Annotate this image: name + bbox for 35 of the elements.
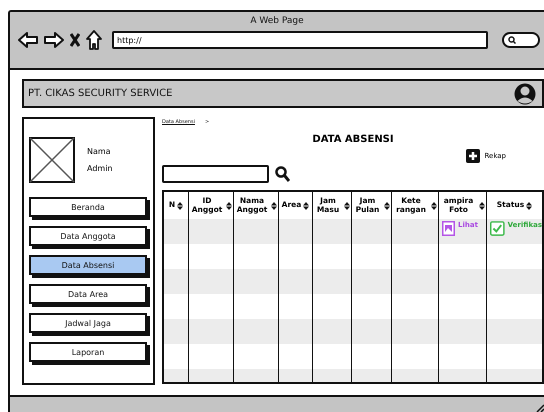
sort-icon[interactable] [177, 202, 184, 210]
page-title: DATA ABSENSI [312, 134, 394, 145]
search-icon[interactable] [275, 166, 290, 182]
plus-icon [466, 149, 480, 163]
sort-icon[interactable] [344, 202, 350, 210]
sort-icon[interactable] [479, 202, 485, 210]
sort-icon[interactable] [526, 202, 532, 210]
sidebar-item[interactable]: Data Anggota [29, 226, 147, 246]
company-name: PT. CIKAS SECURITY SERVICE [28, 88, 172, 99]
sidebar-item[interactable]: Jadwal Jaga [29, 313, 147, 333]
address-field[interactable]: http:// [112, 31, 488, 49]
close-icon[interactable] [70, 33, 80, 47]
search-icon [508, 36, 516, 44]
sidebar-item[interactable]: Laporan [29, 342, 147, 362]
sort-icon[interactable] [271, 202, 277, 210]
profile-role: Admin [87, 164, 112, 173]
checkbox-checked-icon[interactable] [490, 221, 505, 236]
sidebar-item[interactable]: Data Area [29, 284, 147, 304]
resize-grip-icon[interactable] [534, 402, 544, 412]
home-icon[interactable] [86, 30, 102, 50]
photo-placeholder [29, 137, 75, 183]
forward-icon[interactable] [44, 32, 64, 48]
sort-icon[interactable] [226, 202, 232, 210]
sidebar-item[interactable]: Data Absensi [29, 255, 147, 275]
window-title: A Web Page [250, 16, 304, 26]
search-field[interactable] [502, 32, 540, 48]
back-icon[interactable] [18, 32, 38, 48]
user-icon[interactable] [514, 82, 536, 106]
sort-icon[interactable] [303, 202, 310, 210]
sort-icon[interactable] [431, 202, 437, 210]
search-field[interactable] [162, 165, 269, 183]
sort-icon[interactable] [384, 202, 390, 210]
profile-name: Nama [87, 147, 112, 156]
sidebar-item[interactable]: Beranda [29, 197, 147, 217]
image-file-icon[interactable] [442, 221, 455, 236]
